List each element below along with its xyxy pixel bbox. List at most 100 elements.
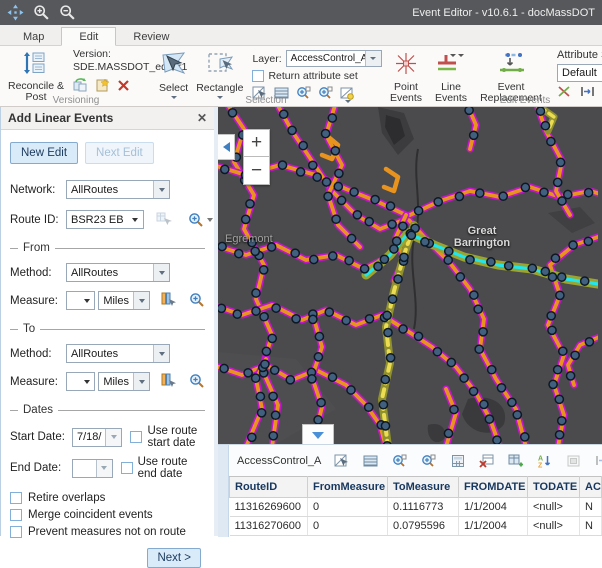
use-route-end-checkbox[interactable] bbox=[121, 462, 133, 474]
ribbon-group-selection: Select Rectangle Layer: AccessControl_A … bbox=[152, 46, 380, 106]
tab-map[interactable]: Map bbox=[6, 28, 61, 45]
to-measure-combo-arrow[interactable] bbox=[79, 373, 94, 390]
zoom-out-icon[interactable] bbox=[59, 4, 76, 21]
map-label-egremont: Egremont bbox=[225, 233, 273, 245]
add-linear-events-panel: Add Linear Events ✕ New Edit Next Edit N… bbox=[0, 107, 218, 536]
chevron-down-icon bbox=[312, 432, 324, 439]
retire-overlaps-label: Retire overlaps bbox=[28, 492, 105, 504]
column-header[interactable]: AC bbox=[580, 477, 602, 498]
layer-combo[interactable]: AccessControl_A bbox=[286, 50, 382, 67]
end-date-combo-arrow[interactable] bbox=[96, 460, 112, 477]
return-attribute-checkbox[interactable] bbox=[252, 70, 264, 82]
chevron-left-icon bbox=[223, 142, 230, 152]
field-calculator-icon[interactable] bbox=[449, 452, 466, 469]
attribute-set-label: Attribute Set: bbox=[557, 48, 602, 62]
rectangle-tool-button[interactable]: Rectangle bbox=[192, 48, 247, 100]
to-method-combo-arrow[interactable] bbox=[153, 345, 169, 362]
zoom-to-route-button[interactable] bbox=[188, 212, 213, 227]
zoom-selected-rows-icon[interactable] bbox=[391, 452, 408, 469]
zoom-all-rows-icon[interactable] bbox=[420, 452, 437, 469]
next-button[interactable]: Next > bbox=[147, 548, 201, 568]
from-measure-combo[interactable] bbox=[66, 291, 95, 310]
use-route-start-checkbox[interactable] bbox=[130, 431, 142, 443]
sort-icon[interactable]: AZ bbox=[536, 452, 553, 469]
start-date-combo[interactable]: 7/18/ bbox=[72, 428, 122, 447]
from-measure-combo-arrow[interactable] bbox=[79, 292, 94, 309]
column-header[interactable]: RouteID bbox=[230, 477, 308, 498]
new-edit-button[interactable]: New Edit bbox=[10, 142, 78, 164]
column-header[interactable]: FromMeasure bbox=[308, 477, 388, 498]
event-replacement-icon bbox=[496, 51, 526, 79]
from-method-combo-arrow[interactable] bbox=[153, 264, 169, 281]
next-edit-button: Next Edit bbox=[85, 142, 154, 164]
to-unit-combo[interactable]: Miles bbox=[98, 372, 150, 391]
table-row[interactable]: 11316269600 0 0.1116773 1/1/2004 <null> … bbox=[230, 498, 602, 517]
add-record-icon[interactable] bbox=[507, 452, 524, 469]
edit-events-caption: Edit Events bbox=[380, 95, 602, 106]
delete-rows-icon[interactable] bbox=[478, 452, 495, 469]
delete-version-icon[interactable] bbox=[117, 79, 130, 96]
to-measure-combo[interactable] bbox=[66, 372, 95, 391]
attribute-table: RouteID FromMeasure ToMeasure FROMDATE T… bbox=[229, 476, 602, 536]
merge-coincident-label: Merge coincident events bbox=[28, 509, 153, 521]
merge-coincident-checkbox[interactable] bbox=[10, 509, 22, 521]
map-zoom-in-button[interactable]: + bbox=[243, 129, 270, 157]
tab-review[interactable]: Review bbox=[116, 28, 186, 45]
collapse-left-button[interactable] bbox=[218, 134, 235, 160]
start-date-combo-arrow[interactable] bbox=[105, 429, 121, 446]
table-row[interactable]: 11316270600 0 0.0795596 1/1/2004 <null> … bbox=[230, 517, 602, 536]
use-route-end-label: Use route end date bbox=[138, 456, 205, 480]
from-method-combo[interactable]: AllRoutes bbox=[66, 263, 170, 282]
cell-fromdate: 1/1/2004 bbox=[459, 498, 528, 517]
to-unit-combo-arrow[interactable] bbox=[133, 373, 149, 390]
network-combo[interactable]: AllRoutes bbox=[66, 180, 170, 199]
cell-todate: <null> bbox=[528, 517, 580, 536]
to-zoom-icon[interactable] bbox=[189, 373, 205, 391]
rectangle-tool-label: Rectangle bbox=[196, 83, 243, 94]
table-header-row: RouteID FromMeasure ToMeasure FROMDATE T… bbox=[230, 477, 602, 498]
collapse-down-button[interactable] bbox=[302, 424, 334, 444]
table-toolbar: AccessControl_A bbox=[229, 445, 602, 476]
column-header[interactable]: TODATE bbox=[528, 477, 580, 498]
ribbon-group-versioning: Reconcile & Post Version: SDE.MASSDOT_ed… bbox=[0, 46, 152, 106]
route-id-combo-arrow[interactable] bbox=[128, 211, 143, 228]
end-date-combo[interactable] bbox=[72, 459, 113, 478]
cell-access: N bbox=[580, 517, 602, 536]
start-date-label: Start Date: bbox=[10, 431, 72, 443]
pan-icon[interactable] bbox=[7, 4, 24, 21]
to-method-combo[interactable]: AllRoutes bbox=[66, 344, 170, 363]
prevent-measures-label: Prevent measures not on route bbox=[28, 526, 186, 538]
map-zoom-out-button[interactable]: − bbox=[243, 157, 270, 185]
from-unit-combo[interactable]: Miles bbox=[98, 291, 150, 310]
select-rows-icon[interactable] bbox=[333, 452, 350, 469]
zoom-in-icon[interactable] bbox=[33, 4, 50, 21]
layer-combo-arrow[interactable] bbox=[365, 51, 381, 66]
ribbon-group-edit-events: Point Events Line Events Event Replaceme… bbox=[380, 46, 602, 106]
attribute-set-combo[interactable]: Default bbox=[557, 64, 602, 82]
cell-tomeasure: 0.1116773 bbox=[388, 498, 459, 517]
tab-edit[interactable]: Edit bbox=[61, 27, 116, 46]
new-version-icon[interactable] bbox=[95, 78, 110, 96]
retire-overlaps-checkbox[interactable] bbox=[10, 492, 22, 504]
column-header[interactable]: FROMDATE bbox=[459, 477, 528, 498]
from-zoom-icon[interactable] bbox=[189, 292, 205, 310]
from-unit-combo-arrow[interactable] bbox=[133, 292, 149, 309]
from-measure-picker-icon[interactable] bbox=[161, 292, 176, 310]
svg-text:A: A bbox=[538, 455, 543, 462]
select-tool-button[interactable]: Select bbox=[155, 48, 192, 100]
to-measure-picker-icon[interactable] bbox=[161, 373, 176, 391]
map-canvas[interactable]: + − Egremont Great Barrington bbox=[218, 107, 602, 444]
close-icon[interactable]: ✕ bbox=[197, 111, 207, 125]
refresh-version-icon[interactable] bbox=[73, 78, 88, 96]
network-combo-arrow[interactable] bbox=[153, 181, 169, 198]
attribute-list-icon[interactable] bbox=[362, 452, 379, 469]
prevent-measures-checkbox[interactable] bbox=[10, 526, 22, 538]
route-id-combo[interactable]: BSR23 EB bbox=[66, 210, 144, 229]
move-measure-icon bbox=[594, 452, 602, 469]
column-header[interactable]: ToMeasure bbox=[388, 477, 459, 498]
select-tool-icon bbox=[160, 51, 188, 80]
end-date-label: End Date: bbox=[10, 462, 72, 474]
point-events-icon bbox=[393, 51, 419, 79]
route-picker-icon bbox=[156, 211, 172, 229]
zoom-route-dropdown-icon[interactable] bbox=[207, 218, 213, 222]
